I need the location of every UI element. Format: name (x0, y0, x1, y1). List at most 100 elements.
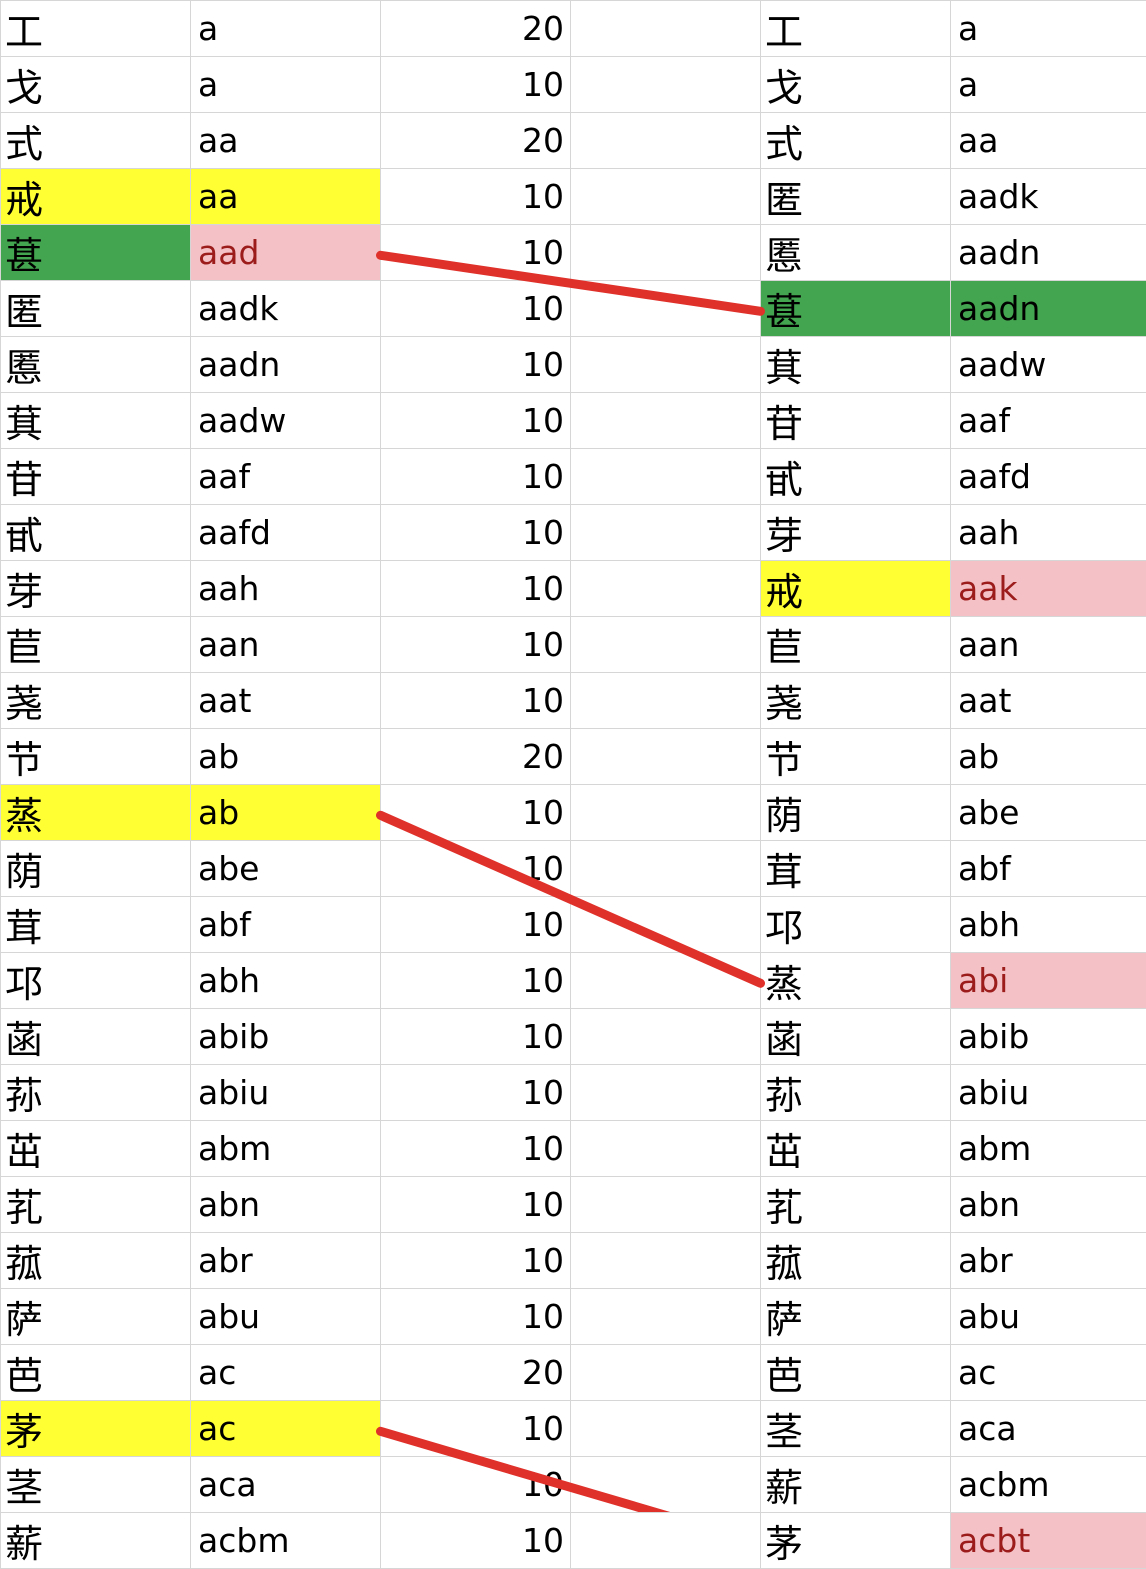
right-code-cell[interactable]: acbm (951, 1457, 1146, 1513)
right-character-cell[interactable]: 菰 (761, 1233, 951, 1289)
empty-cell[interactable] (571, 449, 761, 505)
empty-cell[interactable] (571, 1513, 761, 1569)
empty-cell[interactable] (571, 841, 761, 897)
count-cell[interactable]: 10 (381, 1009, 571, 1065)
count-cell[interactable]: 10 (381, 281, 571, 337)
left-code-cell[interactable]: aaf (191, 449, 381, 505)
right-character-cell[interactable]: 苣 (761, 617, 951, 673)
left-character-cell[interactable]: 薪 (1, 1513, 191, 1569)
count-cell[interactable]: 20 (381, 113, 571, 169)
right-character-cell[interactable]: 荫 (761, 785, 951, 841)
left-code-cell[interactable]: aa (191, 169, 381, 225)
right-code-cell[interactable]: abn (951, 1177, 1146, 1233)
left-code-cell[interactable]: aafd (191, 505, 381, 561)
right-code-cell[interactable]: abm (951, 1121, 1146, 1177)
left-character-cell[interactable]: 芭 (1, 1345, 191, 1401)
left-character-cell[interactable]: 茅 (1, 1401, 191, 1457)
right-character-cell[interactable]: 葚 (761, 281, 951, 337)
left-code-cell[interactable]: abu (191, 1289, 381, 1345)
count-cell[interactable]: 10 (381, 617, 571, 673)
left-character-cell[interactable]: 萁 (1, 393, 191, 449)
right-code-cell[interactable]: aafd (951, 449, 1146, 505)
right-character-cell[interactable]: 薪 (761, 1457, 951, 1513)
right-code-cell[interactable]: aat (951, 673, 1146, 729)
empty-cell[interactable] (571, 953, 761, 1009)
left-character-cell[interactable]: 式 (1, 113, 191, 169)
count-cell[interactable]: 10 (381, 1457, 571, 1513)
empty-cell[interactable] (571, 729, 761, 785)
left-character-cell[interactable]: 戈 (1, 57, 191, 113)
left-character-cell[interactable]: 茎 (1, 1457, 191, 1513)
empty-cell[interactable] (571, 1233, 761, 1289)
empty-cell[interactable] (571, 673, 761, 729)
left-code-cell[interactable]: abh (191, 953, 381, 1009)
count-cell[interactable]: 10 (381, 225, 571, 281)
left-code-cell[interactable]: aad (191, 225, 381, 281)
empty-cell[interactable] (571, 785, 761, 841)
empty-cell[interactable] (571, 281, 761, 337)
left-character-cell[interactable]: 芽 (1, 561, 191, 617)
right-code-cell[interactable]: abu (951, 1289, 1146, 1345)
right-character-cell[interactable]: 邛 (761, 897, 951, 953)
right-character-cell[interactable]: 芤 (761, 1177, 951, 1233)
right-code-cell[interactable]: aak (951, 561, 1146, 617)
right-code-cell[interactable]: aadn (951, 281, 1146, 337)
count-cell[interactable]: 10 (381, 169, 571, 225)
right-code-cell[interactable]: abr (951, 1233, 1146, 1289)
left-character-cell[interactable]: 戒 (1, 169, 191, 225)
empty-cell[interactable] (571, 1, 761, 57)
count-cell[interactable]: 10 (381, 449, 571, 505)
left-code-cell[interactable]: a (191, 57, 381, 113)
left-character-cell[interactable]: 苣 (1, 617, 191, 673)
empty-cell[interactable] (571, 1457, 761, 1513)
count-cell[interactable]: 10 (381, 1177, 571, 1233)
right-character-cell[interactable]: 芽 (761, 505, 951, 561)
left-code-cell[interactable]: aca (191, 1457, 381, 1513)
left-character-cell[interactable]: 苷 (1, 449, 191, 505)
left-character-cell[interactable]: 甙 (1, 505, 191, 561)
right-code-cell[interactable]: aadn (951, 225, 1146, 281)
left-code-cell[interactable]: abe (191, 841, 381, 897)
count-cell[interactable]: 10 (381, 1233, 571, 1289)
right-character-cell[interactable]: 荛 (761, 673, 951, 729)
count-cell[interactable]: 20 (381, 1345, 571, 1401)
count-cell[interactable]: 10 (381, 785, 571, 841)
empty-cell[interactable] (571, 617, 761, 673)
right-code-cell[interactable]: ac (951, 1345, 1146, 1401)
left-character-cell[interactable]: 邛 (1, 953, 191, 1009)
left-character-cell[interactable]: 节 (1, 729, 191, 785)
left-code-cell[interactable]: aa (191, 113, 381, 169)
left-code-cell[interactable]: aadk (191, 281, 381, 337)
empty-cell[interactable] (571, 505, 761, 561)
count-cell[interactable]: 10 (381, 57, 571, 113)
right-code-cell[interactable]: acbt (951, 1513, 1146, 1569)
left-code-cell[interactable]: abn (191, 1177, 381, 1233)
empty-cell[interactable] (571, 1345, 761, 1401)
left-code-cell[interactable]: aah (191, 561, 381, 617)
left-code-cell[interactable]: ac (191, 1401, 381, 1457)
empty-cell[interactable] (571, 1289, 761, 1345)
right-code-cell[interactable]: a (951, 1, 1146, 57)
right-code-cell[interactable]: aadw (951, 337, 1146, 393)
right-character-cell[interactable]: 慝 (761, 225, 951, 281)
empty-cell[interactable] (571, 897, 761, 953)
left-code-cell[interactable]: ac (191, 1345, 381, 1401)
right-character-cell[interactable]: 工 (761, 1, 951, 57)
left-code-cell[interactable]: a (191, 1, 381, 57)
count-cell[interactable]: 10 (381, 953, 571, 1009)
right-character-cell[interactable]: 茁 (761, 1121, 951, 1177)
count-cell[interactable]: 10 (381, 897, 571, 953)
empty-cell[interactable] (571, 169, 761, 225)
right-character-cell[interactable]: 匿 (761, 169, 951, 225)
count-cell[interactable]: 10 (381, 1401, 571, 1457)
left-character-cell[interactable]: 芤 (1, 1177, 191, 1233)
right-code-cell[interactable]: aca (951, 1401, 1146, 1457)
right-character-cell[interactable]: 甙 (761, 449, 951, 505)
count-cell[interactable]: 10 (381, 1121, 571, 1177)
count-cell[interactable]: 10 (381, 841, 571, 897)
right-code-cell[interactable]: aah (951, 505, 1146, 561)
left-code-cell[interactable]: abm (191, 1121, 381, 1177)
left-code-cell[interactable]: abf (191, 897, 381, 953)
right-character-cell[interactable]: 节 (761, 729, 951, 785)
count-cell[interactable]: 10 (381, 561, 571, 617)
